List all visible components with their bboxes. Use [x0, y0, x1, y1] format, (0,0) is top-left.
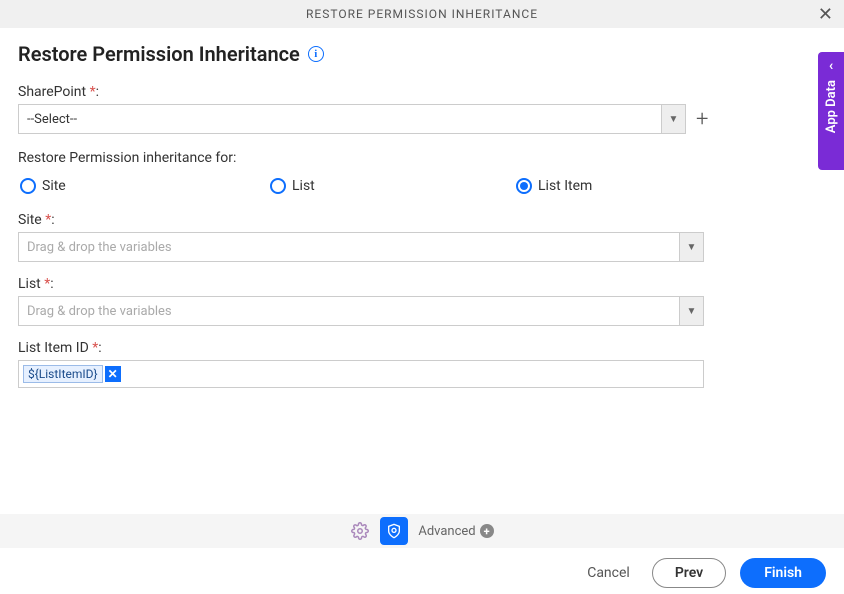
shield-icon[interactable]	[380, 517, 408, 545]
app-data-tab[interactable]: ‹ App Data	[818, 52, 844, 170]
radio-site-label: Site	[42, 178, 66, 194]
list-item-id-input[interactable]: ${ListItemID} ✕	[18, 360, 704, 388]
list-label: List *:	[18, 276, 826, 292]
radio-circle-selected-icon	[516, 178, 532, 194]
sharepoint-select[interactable]: --Select-- ▼	[18, 104, 686, 134]
radio-list-item-label: List Item	[538, 178, 592, 194]
sharepoint-label: SharePoint *:	[18, 84, 826, 100]
radio-circle-icon	[270, 178, 286, 194]
radio-list-label: List	[292, 178, 315, 194]
advanced-label: Advanced	[418, 524, 475, 539]
chip-remove-icon[interactable]: ✕	[105, 366, 121, 382]
list-placeholder: Drag & drop the variables	[19, 297, 679, 325]
restore-for-radio-group: Site List List Item	[18, 178, 738, 194]
site-label: Site *:	[18, 212, 826, 228]
dialog-title: RESTORE PERMISSION INHERITANCE	[306, 7, 538, 21]
gear-icon[interactable]	[350, 521, 370, 541]
add-sharepoint-icon[interactable]: +	[696, 107, 708, 132]
info-icon[interactable]: i	[308, 46, 324, 62]
radio-list[interactable]: List	[270, 178, 516, 194]
radio-circle-icon	[20, 178, 36, 194]
dialog-content: Restore Permission Inheritance i SharePo…	[0, 28, 844, 388]
site-input[interactable]: Drag & drop the variables ▼	[18, 232, 704, 262]
site-placeholder: Drag & drop the variables	[19, 233, 679, 261]
plus-circle-icon: +	[480, 524, 494, 538]
list-item-id-label: List Item ID *:	[18, 340, 826, 356]
page-title: Restore Permission Inheritance	[18, 42, 300, 66]
chevron-down-icon[interactable]: ▼	[679, 233, 703, 261]
dialog-header: RESTORE PERMISSION INHERITANCE ✕	[0, 0, 844, 28]
advanced-link[interactable]: Advanced +	[418, 524, 493, 539]
restore-for-label: Restore Permission inheritance for:	[18, 150, 826, 166]
prev-button[interactable]: Prev	[652, 558, 726, 588]
cancel-button[interactable]: Cancel	[579, 559, 638, 587]
radio-site[interactable]: Site	[20, 178, 270, 194]
app-data-label: App Data	[824, 80, 839, 133]
variable-chip-text: ${ListItemID}	[28, 367, 98, 381]
chevron-down-icon[interactable]: ▼	[661, 105, 685, 133]
finish-button[interactable]: Finish	[740, 558, 826, 588]
radio-list-item[interactable]: List Item	[516, 178, 716, 194]
list-input[interactable]: Drag & drop the variables ▼	[18, 296, 704, 326]
footer-strip: Advanced +	[0, 514, 844, 548]
close-icon[interactable]: ✕	[818, 4, 834, 25]
chevron-down-icon[interactable]: ▼	[679, 297, 703, 325]
variable-chip[interactable]: ${ListItemID}	[23, 365, 103, 383]
button-row: Cancel Prev Finish	[0, 558, 844, 588]
chevron-left-icon: ‹	[829, 58, 833, 74]
sharepoint-select-value: --Select--	[19, 105, 661, 133]
